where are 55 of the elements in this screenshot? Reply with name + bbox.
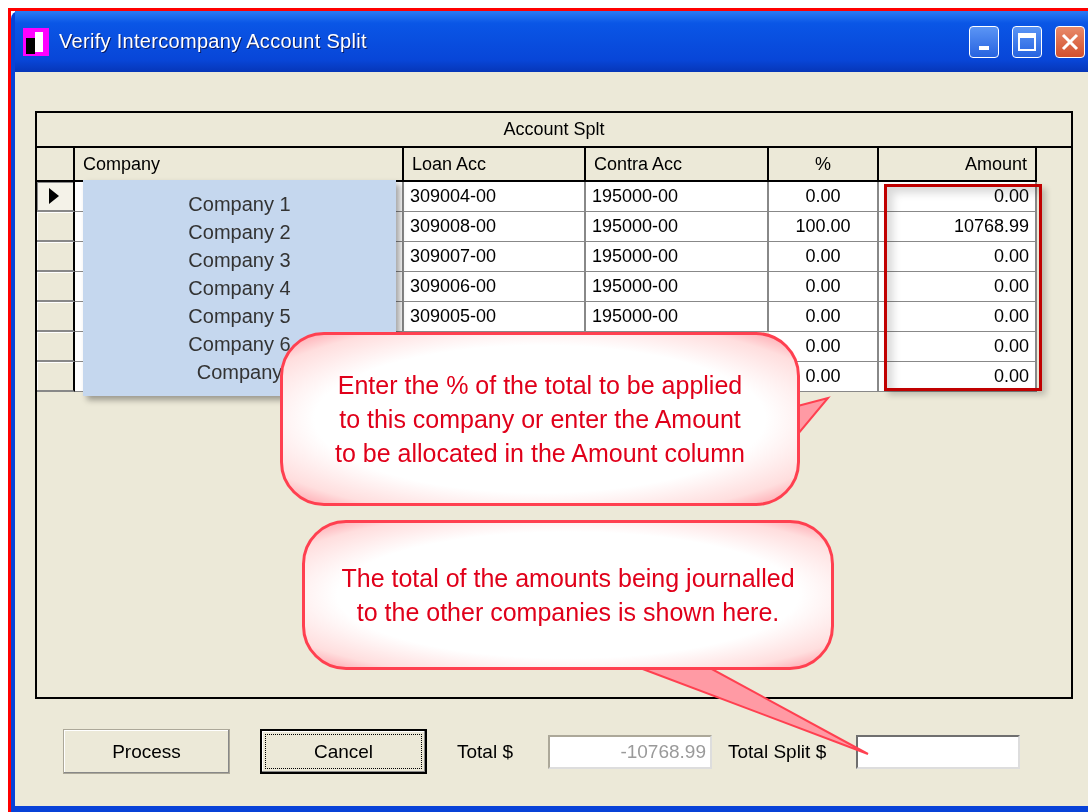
row-selector[interactable] — [37, 242, 75, 272]
table-cell: 0.00 — [879, 302, 1037, 332]
field-label: Total $ — [457, 740, 513, 763]
table-cell: 195000-00 — [586, 272, 769, 302]
company-name: Company 5 — [188, 304, 291, 329]
row-selector[interactable] — [37, 182, 75, 212]
table-cell: 309006-00 — [404, 272, 586, 302]
close-icon — [1060, 31, 1080, 52]
callout-text: Enter the % of the total to be applied to this company or enter the Amount to be allocated in the Amount column — [334, 370, 746, 469]
table-cell: 10768.99 — [879, 212, 1037, 242]
column-header[interactable]: Amount — [879, 148, 1037, 182]
table-cell: 100.00 — [769, 212, 879, 242]
row-selector[interactable] — [37, 362, 75, 392]
row-selector[interactable] — [37, 332, 75, 362]
table-cell: 0.00 — [879, 332, 1037, 362]
company-name: Company 2 — [188, 220, 291, 245]
company-name: Company 1 — [188, 192, 291, 217]
table-cell: 0.00 — [769, 242, 879, 272]
company-name: Company — [196, 360, 283, 385]
table-cell: 195000-00 — [586, 242, 769, 272]
table-cell: 195000-00 — [586, 212, 769, 242]
table-cell: 309008-00 — [404, 212, 586, 242]
company-name: Company 4 — [188, 276, 291, 301]
column-header[interactable]: Loan Acc — [404, 148, 586, 182]
column-header[interactable]: % — [769, 148, 879, 182]
table-cell: 309004-00 — [404, 182, 586, 212]
minimize-icon — [979, 45, 989, 50]
row-selector[interactable] — [37, 212, 75, 242]
company-name: Company 3 — [188, 248, 291, 273]
company-name: Company 6 — [188, 332, 291, 357]
table-cell: 309005-00 — [404, 302, 586, 332]
table-cell: 195000-00 — [586, 302, 769, 332]
column-header[interactable]: Company — [75, 148, 404, 182]
table-cell: 0.00 — [769, 302, 879, 332]
current-row-icon — [49, 188, 59, 204]
callout-text: The total of the amounts being journalled to the other companies is shown here. — [341, 563, 795, 628]
maximize-button[interactable] — [1012, 25, 1042, 58]
close-button[interactable] — [1055, 25, 1085, 58]
table-cell: 0.00 — [879, 242, 1037, 272]
table-cell: 195000-00 — [586, 182, 769, 212]
cancel-button[interactable]: Cancel — [260, 729, 427, 774]
table-cell: 0.00 — [879, 272, 1037, 302]
table-cell: 0.00 — [769, 182, 879, 212]
field-label: Total Split $ — [728, 740, 827, 763]
row-selector[interactable] — [37, 272, 75, 302]
window-title: Verify Intercompany Account Split — [59, 30, 368, 53]
app-icon — [23, 27, 49, 56]
maximize-icon — [1017, 31, 1037, 52]
column-header[interactable]: Contra Acc — [586, 148, 769, 182]
total-field[interactable] — [856, 734, 1021, 769]
table-cell: 0.00 — [769, 272, 879, 302]
row-selector[interactable] — [37, 302, 75, 332]
minimize-button[interactable] — [969, 25, 999, 58]
process-button[interactable]: Process — [63, 729, 230, 774]
table-cell: 309007-00 — [404, 242, 586, 272]
